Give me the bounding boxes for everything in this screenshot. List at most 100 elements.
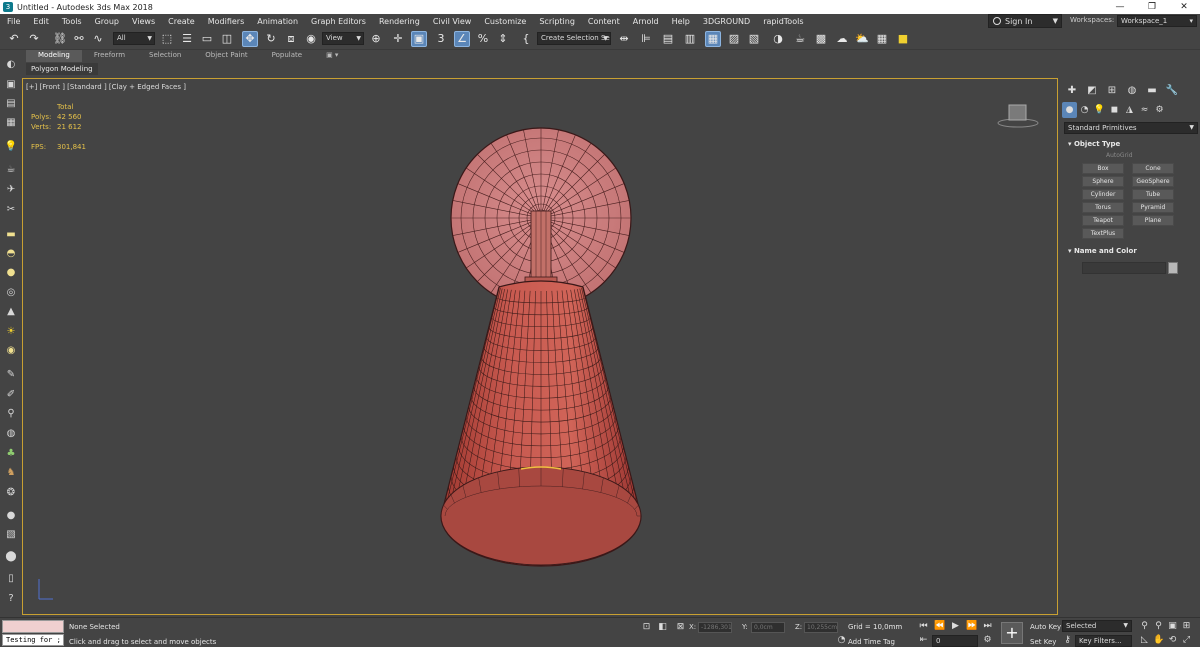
- menu-modifiers[interactable]: Modifiers: [201, 17, 251, 26]
- key-filters-button[interactable]: Key Filters...: [1075, 635, 1132, 647]
- sphere-primitive-icon[interactable]: ●: [4, 266, 18, 280]
- globe-icon[interactable]: ◍: [4, 427, 18, 441]
- align-icon[interactable]: ⊫: [638, 31, 654, 47]
- cameras-category-icon[interactable]: ◼: [1107, 102, 1122, 118]
- primitive-type-dropdown[interactable]: Standard Primitives ▼: [1064, 122, 1198, 134]
- pivot-center-icon[interactable]: ⊕: [368, 31, 384, 47]
- light-bulb-icon[interactable]: 💡: [4, 140, 18, 154]
- layer-icon[interactable]: ▣: [4, 78, 18, 92]
- helpers-category-icon[interactable]: ◮: [1122, 102, 1137, 118]
- window-crossing-icon[interactable]: ◫: [219, 31, 235, 47]
- play-icon[interactable]: ▶: [950, 621, 961, 632]
- tab-modeling[interactable]: Modeling: [26, 50, 82, 62]
- viewport-layout-icon[interactable]: ◐: [4, 58, 18, 72]
- set-key-button[interactable]: Set Key: [1030, 638, 1056, 646]
- place-icon[interactable]: ◉: [303, 31, 319, 47]
- walking-figure-icon[interactable]: ⚲: [4, 407, 18, 421]
- cone-icon[interactable]: ▲: [4, 305, 18, 319]
- set-keys-button[interactable]: +: [1001, 622, 1023, 644]
- dog-icon[interactable]: ♞: [4, 466, 18, 480]
- lock-icon[interactable]: ⊡: [641, 622, 652, 633]
- render-production-icon[interactable]: ☁: [834, 31, 850, 47]
- shapes-category-icon[interactable]: ◔: [1077, 102, 1092, 118]
- menu-graph-editors[interactable]: Graph Editors: [304, 17, 372, 26]
- geosphere-button[interactable]: GeoSphere: [1132, 176, 1174, 187]
- link-icon[interactable]: ⛓: [52, 31, 68, 47]
- plane-button[interactable]: Plane: [1132, 215, 1174, 226]
- sign-in-button[interactable]: Sign In ▼: [988, 14, 1062, 28]
- motion-tab-icon[interactable]: ◍: [1122, 82, 1142, 100]
- material-editor-icon[interactable]: ◑: [770, 31, 786, 47]
- torus-icon[interactable]: ◎: [4, 286, 18, 300]
- go-to-start-icon[interactable]: ⏮: [918, 621, 929, 632]
- menu-group[interactable]: Group: [88, 17, 125, 26]
- hierarchy-tab-icon[interactable]: ⊞: [1102, 82, 1122, 100]
- ribbon-options-icon[interactable]: ▣ ▾: [314, 50, 350, 62]
- menu-create[interactable]: Create: [161, 17, 201, 26]
- selection-filter-dropdown[interactable]: All ▼: [113, 32, 155, 45]
- tab-freeform[interactable]: Freeform: [82, 50, 137, 62]
- named-selection-set-dropdown[interactable]: Create Selection Se ▼: [537, 32, 611, 45]
- auto-key-button[interactable]: Auto Key: [1030, 623, 1061, 631]
- workspace-dropdown[interactable]: Workspace_1 ▾: [1117, 15, 1197, 27]
- maxscript-listener-input[interactable]: Testing for ;: [2, 634, 64, 646]
- lamp-mesh-model[interactable]: [23, 79, 1059, 616]
- layer-explorer-icon[interactable]: ▥: [682, 31, 698, 47]
- textplus-button[interactable]: TextPlus: [1082, 228, 1124, 239]
- select-manipulate-icon[interactable]: ✛: [390, 31, 406, 47]
- rendered-frame-window-icon[interactable]: ▩: [813, 31, 829, 47]
- menu-scripting[interactable]: Scripting: [532, 17, 581, 26]
- menu-3dground[interactable]: 3DGROUND: [696, 17, 756, 26]
- display-tab-icon[interactable]: ▬: [1142, 82, 1162, 100]
- grid-sphere-icon[interactable]: ❂: [4, 486, 18, 500]
- minimize-button[interactable]: —: [1104, 0, 1136, 14]
- menu-rendering[interactable]: Rendering: [372, 17, 426, 26]
- field-of-view-icon[interactable]: ◺: [1139, 635, 1150, 646]
- menu-customize[interactable]: Customize: [477, 17, 532, 26]
- menu-arnold[interactable]: Arnold: [626, 17, 665, 26]
- edit-named-selection-icon[interactable]: {: [518, 31, 534, 47]
- polygon-modeling-panel[interactable]: Polygon Modeling: [26, 63, 98, 75]
- render-in-cloud-icon[interactable]: ▦: [874, 31, 890, 47]
- geometry-category-icon[interactable]: ●: [1062, 102, 1077, 118]
- helper-icon[interactable]: ✈: [4, 183, 18, 197]
- key-icon[interactable]: ⚷: [1062, 635, 1073, 646]
- tube-button[interactable]: Tube: [1132, 189, 1174, 200]
- record-icon[interactable]: ⬤: [4, 550, 18, 564]
- front-viewport[interactable]: [+] [Front ] [Standard ] [Clay + Edged F…: [22, 78, 1058, 615]
- mirror-icon[interactable]: ⇹: [616, 31, 632, 47]
- tab-populate[interactable]: Populate: [260, 50, 314, 62]
- keyboard-shortcut-override-icon[interactable]: ▣: [411, 31, 427, 47]
- undo-icon[interactable]: ↶: [6, 31, 22, 47]
- menu-animation[interactable]: Animation: [250, 17, 304, 26]
- name-and-color-rollout[interactable]: ▾ Name and Color: [1064, 245, 1198, 257]
- systems-category-icon[interactable]: ⚙: [1152, 102, 1167, 118]
- key-mode-icon[interactable]: ⇤: [918, 635, 929, 646]
- rectangular-selection-icon[interactable]: ▭: [199, 31, 215, 47]
- menu-help[interactable]: Help: [665, 17, 696, 26]
- object-type-rollout[interactable]: ▾ Object Type: [1064, 138, 1198, 150]
- maximize-button[interactable]: ❐: [1136, 0, 1168, 14]
- tab-selection[interactable]: Selection: [137, 50, 193, 62]
- teapot-icon[interactable]: ☕: [4, 163, 18, 177]
- toggle-ribbon-icon[interactable]: ▦: [705, 31, 721, 47]
- dome-icon[interactable]: ◓: [4, 247, 18, 261]
- a360-gallery-icon[interactable]: ■: [895, 31, 911, 47]
- menu-civil-view[interactable]: Civil View: [426, 17, 478, 26]
- cone-button[interactable]: Cone: [1132, 163, 1174, 174]
- paint-brush-icon[interactable]: ✐: [4, 388, 18, 402]
- zoom-all-icon[interactable]: ⚲: [1153, 621, 1164, 632]
- pyramid-button[interactable]: Pyramid: [1132, 202, 1174, 213]
- help-icon[interactable]: ?: [4, 592, 18, 606]
- select-object-icon[interactable]: ⬚: [159, 31, 175, 47]
- scene-explorer-icon[interactable]: ▤: [660, 31, 676, 47]
- document-icon[interactable]: ▯: [4, 572, 18, 586]
- percent-snap-icon[interactable]: %: [475, 31, 491, 47]
- select-and-rotate-icon[interactable]: ↻: [263, 31, 279, 47]
- menu-file[interactable]: File: [0, 17, 26, 26]
- close-button[interactable]: ✕: [1168, 0, 1200, 14]
- bind-spacewarp-icon[interactable]: ∿: [90, 31, 106, 47]
- time-configuration-icon[interactable]: ⚙: [982, 635, 993, 646]
- scene-list-icon[interactable]: ▤: [4, 97, 18, 111]
- angle-snap-icon[interactable]: ∠: [454, 31, 470, 47]
